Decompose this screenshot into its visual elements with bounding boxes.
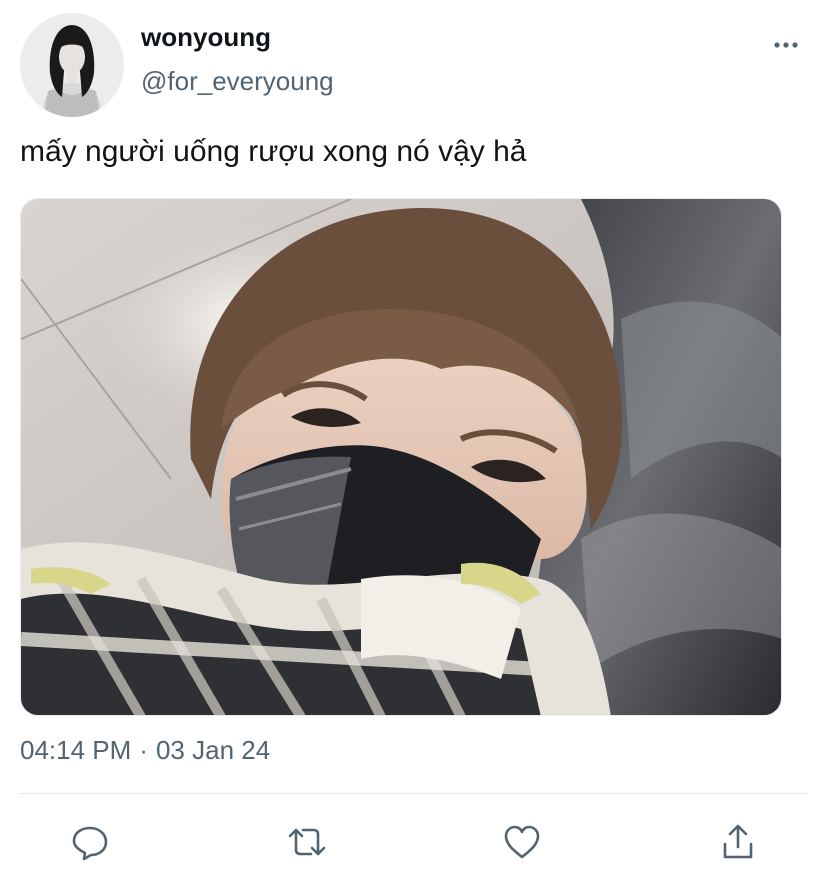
tweet-timestamp[interactable]: 04:14 PM · 03 Jan 24 (20, 735, 270, 766)
more-options-button[interactable] (766, 28, 806, 62)
user-handle[interactable]: @for_everyoung (141, 66, 334, 97)
tweet-photo[interactable] (20, 198, 782, 716)
avatar-image (20, 13, 124, 117)
photo-content (21, 199, 781, 715)
share-upload-icon (723, 824, 753, 859)
display-name[interactable]: wonyoung (141, 22, 271, 53)
tweet-date: 03 Jan 24 (155, 735, 271, 765)
tweet-text: mấy người uống rượu xong nó vậy hả (20, 135, 527, 168)
timestamp-separator: · (139, 735, 148, 765)
tweet-time: 04:14 PM (20, 735, 132, 765)
like-heart-icon (504, 825, 540, 859)
retweet-icon (288, 828, 326, 856)
like-button[interactable] (498, 818, 546, 866)
retweet-button[interactable] (283, 818, 331, 866)
reply-button[interactable] (66, 818, 114, 866)
reply-icon (72, 826, 108, 861)
actions-divider (20, 793, 808, 794)
avatar[interactable] (20, 13, 124, 117)
more-horizontal-icon (774, 42, 798, 48)
share-button[interactable] (714, 818, 762, 866)
